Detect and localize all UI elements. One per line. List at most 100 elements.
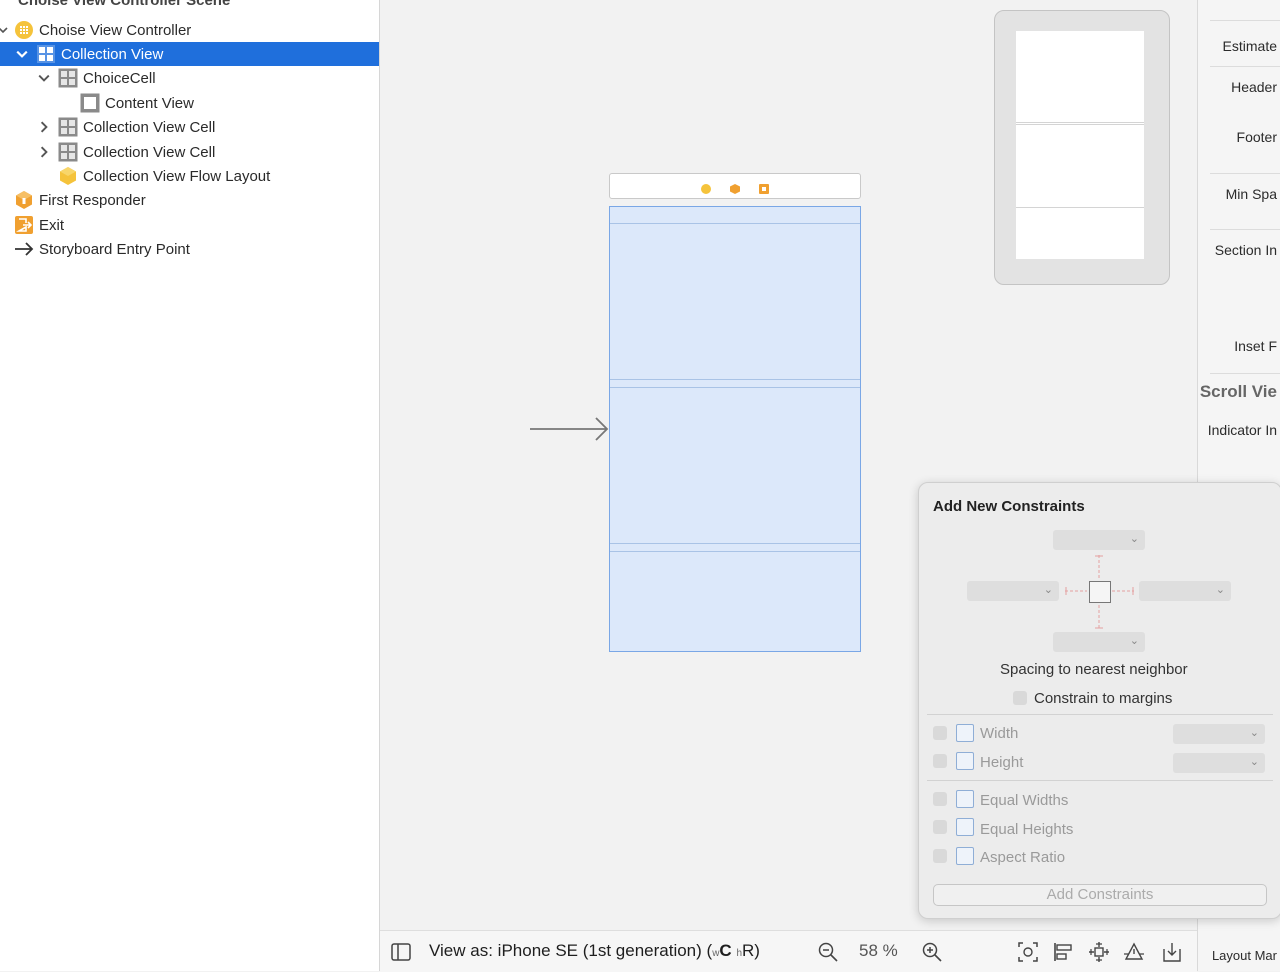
constrain-margins-checkbox[interactable]: [1013, 691, 1027, 705]
cell-divider: [610, 543, 860, 544]
outline-item-label: Collection View: [61, 45, 164, 63]
equal-heights-icon: [956, 818, 974, 836]
section-insets-label: Section In: [1214, 242, 1277, 258]
disclosure-open-icon[interactable]: [15, 47, 29, 61]
outline-item-collection-view[interactable]: Collection View: [0, 42, 379, 66]
width-label: Width: [980, 725, 1019, 742]
equal-heights-checkbox[interactable]: [933, 820, 947, 834]
exit-dock-icon[interactable]: [759, 181, 769, 194]
height-value-dropdown[interactable]: ⌄: [1173, 753, 1265, 773]
bottom-spacing-dropdown[interactable]: ⌄: [1053, 632, 1145, 652]
outline-item-label: Content View: [105, 94, 194, 112]
scene-title[interactable]: Choise View Controller Scene: [18, 0, 230, 9]
disclosure-open-icon[interactable]: [37, 71, 51, 85]
chevron-down-icon: ⌄: [1249, 756, 1259, 768]
view-controller-icon: [14, 20, 34, 40]
disclosure-open-icon[interactable]: [0, 23, 10, 37]
top-strut-icon[interactable]: [1095, 555, 1103, 579]
leading-spacing-dropdown[interactable]: ⌄: [967, 581, 1059, 601]
outline-item-view-controller[interactable]: Choise View Controller: [0, 18, 379, 42]
embed-in-icon[interactable]: [1161, 941, 1183, 963]
outline-item-label: Collection View Cell: [83, 143, 216, 161]
outline-item-label: First Responder: [39, 191, 146, 209]
outline-item-collection-view-cell[interactable]: Collection View Cell: [0, 115, 379, 139]
equal-widths-label: Equal Widths: [980, 792, 1069, 809]
indicator-insets-label: Indicator In: [1207, 422, 1277, 438]
add-constraints-button[interactable]: Add Constraints: [933, 884, 1267, 906]
height-checkbox[interactable]: [933, 754, 947, 768]
zoom-out-icon[interactable]: [817, 941, 839, 963]
first-responder-icon: [14, 190, 34, 210]
add-constraints-icon[interactable]: [1088, 941, 1110, 963]
scroll-view-section-title[interactable]: Scroll Vie: [1200, 382, 1277, 402]
header-size-label: Header: [1231, 79, 1277, 95]
update-frames-icon[interactable]: [1017, 941, 1039, 963]
inspector-divider: [1210, 20, 1280, 21]
preview-divider: [1016, 207, 1144, 208]
entry-point-arrow[interactable]: [530, 414, 610, 449]
aspect-ratio-icon: [956, 847, 974, 865]
chevron-down-icon: ⌄: [1129, 635, 1139, 647]
preview-screen: [1016, 31, 1144, 259]
equal-widths-checkbox[interactable]: [933, 792, 947, 806]
preview-divider: [1016, 122, 1144, 123]
outline-item-label: Collection View Flow Layout: [83, 167, 271, 185]
cell-divider: [610, 223, 860, 224]
outline-item-content-view[interactable]: Content View: [0, 91, 379, 115]
collection-view-canvas[interactable]: [609, 206, 861, 652]
constrain-margins-label: Constrain to margins: [1034, 690, 1173, 707]
add-constraints-popover: Add New Constraints ⌄ ⌄ ⌄ ⌄ Spacing to n…: [918, 482, 1280, 919]
collection-cell-icon: [58, 117, 78, 137]
scene-dock[interactable]: [609, 173, 861, 199]
width-constraint-icon: [956, 724, 974, 742]
device-preview: [994, 10, 1170, 285]
equal-heights-label: Equal Heights: [980, 821, 1074, 838]
min-spacing-label: Min Spa: [1225, 186, 1277, 202]
outline-item-flow-layout[interactable]: Collection View Flow Layout: [0, 164, 379, 188]
collection-cell-icon: [58, 142, 78, 162]
exit-icon: [14, 215, 34, 235]
view-controller-dock-icon[interactable]: [701, 181, 711, 194]
zoom-in-icon[interactable]: [921, 941, 943, 963]
outline-item-first-responder[interactable]: First Responder: [0, 188, 379, 212]
document-outline: Choise View Controller Scene Choise View…: [0, 0, 380, 971]
zoom-level[interactable]: 58 %: [859, 941, 898, 961]
content-view-icon: [80, 93, 100, 113]
chevron-down-icon: ⌄: [1249, 727, 1259, 739]
leading-strut-icon[interactable]: [1065, 587, 1087, 595]
top-spacing-dropdown[interactable]: ⌄: [1053, 530, 1145, 550]
height-label: Height: [980, 754, 1024, 771]
outline-item-entry-point[interactable]: Storyboard Entry Point: [0, 237, 379, 261]
chevron-down-icon: ⌄: [1215, 584, 1225, 596]
collection-view-icon: [36, 44, 56, 64]
align-icon[interactable]: [1052, 941, 1074, 963]
resolve-issues-icon[interactable]: [1123, 941, 1145, 963]
flow-layout-icon: [58, 166, 78, 186]
view-as-label: View as: iPhone SE (1st generation) (: [429, 941, 713, 960]
outline-item-collection-view-cell[interactable]: Collection View Cell: [0, 140, 379, 164]
cell-divider: [610, 379, 860, 380]
view-as-device-button[interactable]: View as: iPhone SE (1st generation) (wC …: [429, 941, 760, 961]
trailing-spacing-dropdown[interactable]: ⌄: [1139, 581, 1231, 601]
width-value-dropdown[interactable]: ⌄: [1173, 724, 1265, 744]
popover-title: Add New Constraints: [933, 498, 1085, 515]
outline-item-exit[interactable]: Exit: [0, 213, 379, 237]
sidebar-toggle-icon[interactable]: [390, 941, 412, 963]
cell-divider: [610, 551, 860, 552]
trailing-strut-icon[interactable]: [1112, 587, 1134, 595]
preview-divider: [1016, 124, 1144, 125]
outline-item-choice-cell[interactable]: ChoiceCell: [0, 66, 379, 90]
disclosure-closed-icon[interactable]: [37, 145, 51, 159]
equal-widths-icon: [956, 790, 974, 808]
first-responder-dock-icon[interactable]: [730, 181, 740, 194]
aspect-ratio-checkbox[interactable]: [933, 849, 947, 863]
aspect-ratio-label: Aspect Ratio: [980, 849, 1066, 866]
width-checkbox[interactable]: [933, 726, 947, 740]
outline-item-label: Collection View Cell: [83, 118, 216, 136]
disclosure-closed-icon[interactable]: [37, 120, 51, 134]
estimate-size-label: Estimate: [1222, 38, 1277, 54]
inspector-divider: [1210, 173, 1280, 174]
bottom-strut-icon[interactable]: [1095, 605, 1103, 629]
collection-cell-icon: [58, 68, 78, 88]
constraint-center-box: [1089, 581, 1111, 603]
